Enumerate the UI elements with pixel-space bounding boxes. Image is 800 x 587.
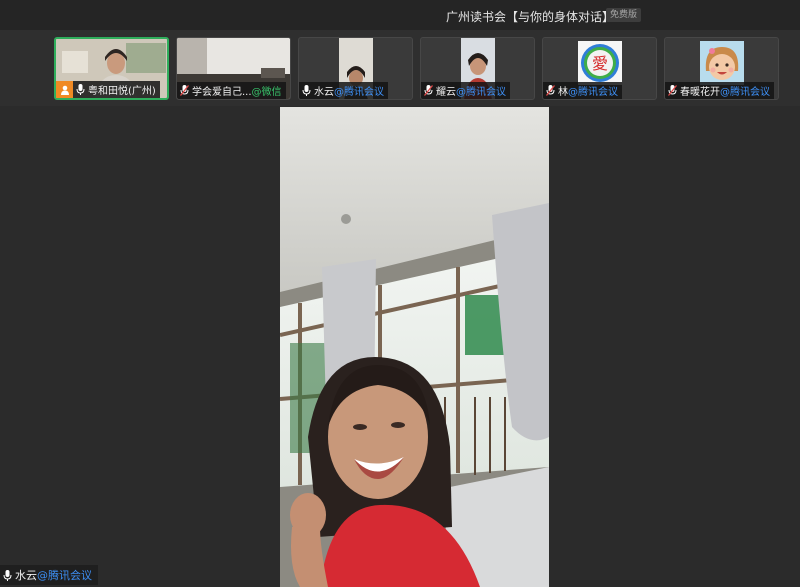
meeting-title: 广州读书会【与你的身体对话】 xyxy=(446,10,615,24)
participant-name-bar: 林 @腾讯会议 xyxy=(543,82,622,99)
love-logo-icon: 愛 xyxy=(577,41,622,85)
participant-name-bar: 春暖花开 @腾讯会议 xyxy=(665,82,774,99)
participant-avatar xyxy=(699,41,744,85)
speaker-source: @腾讯会议 xyxy=(37,569,92,582)
participant-name: 春暖花开 xyxy=(680,87,720,98)
avatar-glyph: 愛 xyxy=(591,54,607,73)
participant-tile[interactable]: 粤和田悦(广州) xyxy=(54,37,169,100)
microphone-muted-icon xyxy=(424,85,433,96)
participant-name-bar: 粤和田悦(广州) xyxy=(73,81,160,98)
participant-name: 耀云 xyxy=(436,87,456,98)
participant-tile[interactable]: 水云 @腾讯会议 xyxy=(298,37,413,100)
speaker-video-frame xyxy=(280,107,549,587)
participant-source: @微信 xyxy=(251,87,282,98)
participant-name-bar: 水云 @腾讯会议 xyxy=(299,82,388,99)
participant-name-bar: 学会爱自己... @微信 xyxy=(177,82,286,99)
participant-name: 林 xyxy=(558,87,568,98)
microphone-icon xyxy=(3,569,12,581)
participant-tile[interactable]: 愛 林 @腾讯会议 xyxy=(542,37,657,100)
microphone-muted-icon xyxy=(668,85,677,96)
microphone-muted-icon xyxy=(546,85,555,96)
speaker-name: 水云 xyxy=(15,569,37,582)
host-icon xyxy=(56,81,73,98)
edition-badge: 免费版 xyxy=(606,8,642,22)
participant-tile[interactable]: 耀云 @腾讯会议 xyxy=(420,37,535,100)
participant-name: 学会爱自己... xyxy=(192,87,252,98)
participant-avatar: 愛 xyxy=(577,41,622,85)
participant-source: @腾讯会议 xyxy=(720,87,770,98)
meeting-window: 广州读书会【与你的身体对话】 免费版 粤和田悦(广州) 学会爱自己... @微信… xyxy=(0,0,800,587)
main-speaker-video[interactable] xyxy=(280,107,549,587)
participant-source: @腾讯会议 xyxy=(568,87,618,98)
microphone-icon xyxy=(302,85,311,96)
child-avatar-icon xyxy=(699,41,744,85)
participant-tile[interactable]: 学会爱自己... @微信 xyxy=(176,37,291,100)
participant-tile[interactable]: 春暖花开 @腾讯会议 xyxy=(664,37,779,100)
microphone-icon xyxy=(76,84,85,95)
participant-strip: 粤和田悦(广州) 学会爱自己... @微信 水云 @腾讯会议 耀云 @腾讯会议 … xyxy=(0,30,800,106)
participant-name-bar: 耀云 @腾讯会议 xyxy=(421,82,510,99)
participant-source: @腾讯会议 xyxy=(456,87,506,98)
participant-name: 水云 xyxy=(314,87,334,98)
microphone-muted-icon xyxy=(180,85,189,96)
participant-source: @腾讯会议 xyxy=(334,87,384,98)
participant-name: 粤和田悦(广州) xyxy=(88,86,156,97)
active-speaker-label: 水云 @腾讯会议 xyxy=(0,565,98,585)
title-bar: 广州读书会【与你的身体对话】 免费版 xyxy=(0,0,800,30)
